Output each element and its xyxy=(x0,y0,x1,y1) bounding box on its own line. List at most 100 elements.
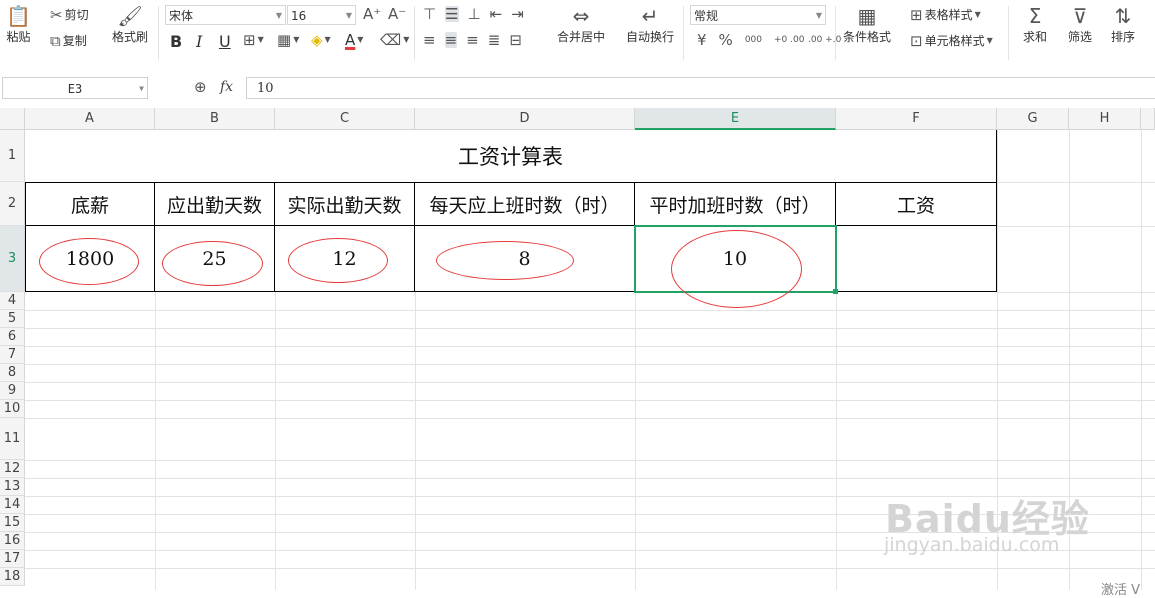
gridline xyxy=(997,226,1155,227)
header-cell-overtime-hours[interactable]: 平时加班时数（时） xyxy=(635,182,836,226)
formula-input[interactable]: 10 xyxy=(246,77,1155,99)
paste-button[interactable]: 📋 粘贴 xyxy=(6,4,31,45)
table-style-button[interactable]: ⊞ 表格样式 ▼ xyxy=(910,6,981,23)
decrease-decimal-icon[interactable]: .00 +.0 xyxy=(808,32,841,48)
watermark-url: jingyan.baidu.com xyxy=(884,534,1060,556)
clipboard-icon: 📋 xyxy=(6,4,31,28)
header-cell-salary[interactable]: 工资 xyxy=(836,182,997,226)
gridline xyxy=(25,568,1155,569)
column-header-e[interactable]: E xyxy=(635,108,836,130)
function-icon[interactable]: fx xyxy=(220,79,233,95)
fill-handle[interactable] xyxy=(833,289,838,294)
row-header-9[interactable]: 9 xyxy=(0,382,25,400)
zoom-icon[interactable]: ⊕ xyxy=(194,79,207,95)
align-bottom-icon[interactable]: ⊥ xyxy=(468,6,481,22)
row-header-1[interactable]: 1 xyxy=(0,130,25,182)
increase-decimal-icon[interactable]: +0 .00 xyxy=(774,32,804,48)
column-header-g[interactable]: G xyxy=(997,108,1069,130)
conditional-format-button[interactable]: ▦ 条件格式 xyxy=(843,4,891,45)
row-header-4[interactable]: 4 xyxy=(0,292,25,310)
format-painter-button[interactable]: 🖌 格式刷 xyxy=(112,4,148,45)
filter-button[interactable]: ⊽ 筛选 xyxy=(1068,4,1092,45)
divider xyxy=(683,6,684,60)
align-top-icon[interactable]: ⊤ xyxy=(423,6,436,22)
italic-button[interactable]: I xyxy=(196,32,202,51)
column-header-d[interactable]: D xyxy=(415,108,635,130)
gridline xyxy=(1141,130,1142,590)
header-cell-required-days[interactable]: 应出勤天数 xyxy=(155,182,275,226)
chevron-down-icon: ▼ xyxy=(345,11,352,20)
annotation-ellipse xyxy=(162,241,263,286)
gridline xyxy=(25,310,1155,311)
name-box[interactable]: E3 ▼ xyxy=(2,77,148,99)
gridline xyxy=(25,418,1155,419)
row-header-14[interactable]: 14 xyxy=(0,496,25,514)
chevron-down-icon: ▼ xyxy=(293,35,300,44)
row-header-8[interactable]: 8 xyxy=(0,364,25,382)
vertical-align-group: ⊤ ☰ ⊥ ⇤ ⇥ xyxy=(423,6,524,22)
gridline xyxy=(25,478,1155,479)
column-header-h[interactable]: H xyxy=(1069,108,1141,130)
row-header-10[interactable]: 10 xyxy=(0,400,25,418)
sheet-title-cell[interactable]: 工资计算表 xyxy=(25,130,997,182)
indent-decrease-icon[interactable]: ⇤ xyxy=(490,6,503,22)
align-right-icon[interactable]: ≡ xyxy=(466,32,479,48)
gridline xyxy=(997,182,1155,183)
currency-icon[interactable]: ¥ xyxy=(697,32,707,48)
row-header-2[interactable]: 2 xyxy=(0,182,25,226)
indent-increase-icon[interactable]: ⇥ xyxy=(511,6,524,22)
fill-color-button[interactable]: ◈ ▼ xyxy=(311,32,331,48)
row-header-11[interactable]: 11 xyxy=(0,418,25,460)
row-header-6[interactable]: 6 xyxy=(0,328,25,346)
row-header-18[interactable]: 18 xyxy=(0,568,25,586)
font-name-select[interactable]: 宋体 ▼ xyxy=(165,5,286,25)
row-header-16[interactable]: 16 xyxy=(0,532,25,550)
row-header-13[interactable]: 13 xyxy=(0,478,25,496)
merge-center-button[interactable]: ⇔ 合并居中 xyxy=(557,4,605,45)
select-all-corner[interactable] xyxy=(0,108,25,130)
increase-font-button[interactable]: A⁺ xyxy=(363,6,381,22)
thousands-separator-icon[interactable]: 000 xyxy=(745,32,762,48)
table-style-icon: ⊞ xyxy=(910,5,923,24)
column-header-a[interactable]: A xyxy=(25,108,155,130)
gridline xyxy=(25,346,1155,347)
wrap-text-button[interactable]: ↵ 自动换行 xyxy=(626,4,674,45)
cell-style-button[interactable]: ⊡ 单元格样式 ▼ xyxy=(910,32,993,49)
row-header-5[interactable]: 5 xyxy=(0,310,25,328)
fill-style-button[interactable]: ▦ ▼ xyxy=(277,32,299,48)
row-header-12[interactable]: 12 xyxy=(0,460,25,478)
align-center-icon[interactable]: ≡ xyxy=(444,32,458,48)
column-header-f[interactable]: F xyxy=(836,108,997,130)
number-format-group: ¥ % 000 +0 .00 .00 +.0 xyxy=(697,32,841,48)
percent-icon[interactable]: % xyxy=(719,32,733,48)
cut-button[interactable]: ✂ 剪切 xyxy=(50,6,89,23)
header-cell-daily-hours[interactable]: 每天应上班时数（时） xyxy=(415,182,635,226)
underline-button[interactable]: U xyxy=(219,32,231,51)
row-header-7[interactable]: 7 xyxy=(0,346,25,364)
justify-icon[interactable]: ≣ xyxy=(488,32,501,48)
row-header-17[interactable]: 17 xyxy=(0,550,25,568)
value-cell-salary[interactable] xyxy=(836,226,997,292)
header-cell-base-salary[interactable]: 底薪 xyxy=(25,182,155,226)
font-color-button[interactable]: A ▼ xyxy=(345,32,363,48)
border-button[interactable]: ⊞ ▼ xyxy=(243,32,264,48)
distributed-icon[interactable]: ⊟ xyxy=(509,32,522,48)
column-header-b[interactable]: B xyxy=(155,108,275,130)
sort-button[interactable]: ⇅ 排序 xyxy=(1111,4,1135,45)
column-header-c[interactable]: C xyxy=(275,108,415,130)
header-cell-actual-days[interactable]: 实际出勤天数 xyxy=(275,182,415,226)
row-header-15[interactable]: 15 xyxy=(0,514,25,532)
column-header-i[interactable] xyxy=(1141,108,1155,130)
number-format-select[interactable]: 常规 ▼ xyxy=(690,5,826,25)
sum-button[interactable]: Σ 求和 xyxy=(1023,4,1047,45)
font-size-select[interactable]: 16 ▼ xyxy=(287,5,356,25)
divider xyxy=(1008,6,1009,60)
align-middle-icon[interactable]: ☰ xyxy=(445,6,459,22)
align-left-icon[interactable]: ≡ xyxy=(423,32,436,48)
clear-button[interactable]: ⌫ ▼ xyxy=(380,32,409,48)
row-header-3[interactable]: 3 xyxy=(0,226,25,292)
bold-button[interactable]: B xyxy=(170,32,182,51)
copy-button[interactable]: ⧉ 复制 xyxy=(50,32,87,49)
decrease-font-button[interactable]: A⁻ xyxy=(388,6,406,22)
horizontal-align-group: ≡ ≡ ≡ ≣ ⊟ xyxy=(423,32,522,48)
